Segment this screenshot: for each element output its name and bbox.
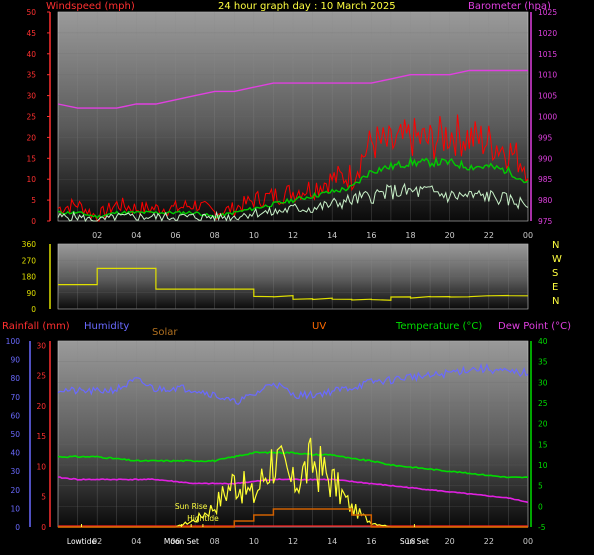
temperature-tick: 15 [538, 440, 548, 449]
event-label: Moon Set [164, 537, 199, 546]
temperature-tick: 30 [538, 378, 548, 387]
barometer-tick: 1020 [538, 29, 557, 38]
barometer-tick: 990 [538, 154, 553, 163]
hour-tick: 06 [170, 231, 180, 240]
hour-tick: 18 [405, 231, 415, 240]
temperature-tick: 20 [538, 420, 548, 429]
humidity-tick: 50 [10, 430, 20, 439]
windspeed-tick: 45 [26, 29, 36, 38]
hour-tick: 12 [288, 231, 298, 240]
rainfall-tick: 20 [36, 402, 46, 411]
temperature-label: Temperature (°C) [396, 321, 483, 332]
solar-label: Solar [152, 327, 178, 338]
graph-canvas: 0510152025303540455097598098599099510001… [6, 8, 562, 546]
hour-tick: 00 [523, 537, 533, 546]
temperature-tick: 40 [538, 337, 548, 346]
compass-letter: S [552, 268, 558, 279]
barometer-tick: 1015 [538, 50, 557, 59]
rainfall-tick: 25 [36, 372, 46, 381]
temperature-tick: 25 [538, 399, 548, 408]
barometer-tick: 980 [538, 196, 553, 205]
windspeed-tick: 25 [26, 113, 36, 122]
compass-letter: N [552, 296, 559, 307]
windspeed-tick: 35 [26, 71, 36, 80]
rainfall-tick: 10 [36, 462, 46, 471]
hour-tick: 00 [523, 231, 533, 240]
hour-tick: 08 [210, 537, 220, 546]
barometer-tick: 1010 [538, 71, 557, 80]
direction-tick: 90 [26, 289, 36, 298]
windspeed-tick: 20 [26, 133, 36, 142]
humidity-label: Humidity [84, 321, 130, 332]
event-label: Lowtide [67, 537, 97, 546]
compass-letter: W [552, 254, 562, 265]
windspeed-tick: 10 [26, 175, 36, 184]
hour-tick: 22 [484, 537, 494, 546]
humidity-tick: 10 [10, 504, 20, 513]
direction-tick: 360 [22, 240, 37, 249]
event-label: Hightide [187, 514, 219, 523]
windspeed-tick: 15 [26, 154, 36, 163]
direction-tick: 270 [22, 256, 37, 265]
uv-label: UV [312, 321, 327, 332]
hour-tick: 12 [288, 537, 298, 546]
rainfall-tick: 30 [36, 341, 46, 350]
compass-letter: N [552, 240, 559, 251]
hour-tick: 14 [327, 231, 337, 240]
event-label: Sun Rise [175, 502, 208, 511]
windspeed-tick: 5 [31, 196, 36, 205]
humidity-tick: 90 [10, 356, 20, 365]
hour-tick: 08 [210, 231, 220, 240]
compass-letter: E [552, 282, 558, 293]
chart-title: 24 hour graph day : 10 March 2025 [218, 1, 396, 12]
hour-tick: 04 [131, 537, 141, 546]
humidity-tick: 40 [10, 449, 20, 458]
windspeed-axis-label: Windspeed (mph) [46, 1, 135, 12]
hour-tick: 20 [445, 231, 455, 240]
barometer-tick: 995 [538, 133, 553, 142]
hour-tick: 10 [249, 231, 259, 240]
hour-tick: 04 [131, 231, 141, 240]
weather-graph: 0 5 10 15 20 25 30 35 40 45 50 975 980 985 990 995 1000 1… [0, 0, 594, 555]
temperature-tick: 10 [538, 461, 548, 470]
barometer-tick: 985 [538, 175, 553, 184]
rainfall-tick: 15 [36, 432, 46, 441]
dewpoint-label: Dew Point (°C) [498, 321, 572, 332]
barometer-tick: 975 [538, 217, 553, 226]
barometer-tick: 1005 [538, 92, 557, 101]
temperature-tick: 35 [538, 358, 548, 367]
temperature-tick: 5 [538, 482, 543, 491]
humidity-tick: 100 [6, 337, 21, 346]
hour-tick: 16 [366, 537, 376, 546]
rainfall-label: Rainfall (mm) [2, 321, 70, 332]
windspeed-tick: 30 [26, 92, 36, 101]
hour-tick: 14 [327, 537, 337, 546]
humidity-tick: 80 [10, 374, 20, 383]
barometer-axis-label: Barometer (hpa) [468, 1, 551, 12]
humidity-tick: 20 [10, 486, 20, 495]
barometer-tick: 1000 [538, 113, 557, 122]
hour-tick: 20 [445, 537, 455, 546]
hour-tick: 22 [484, 231, 494, 240]
hour-tick: 02 [92, 231, 102, 240]
hour-tick: 10 [249, 537, 259, 546]
windspeed-tick: 40 [26, 50, 36, 59]
temperature-tick: -5 [538, 523, 546, 532]
humidity-tick: 0 [15, 523, 20, 532]
direction-tick: 180 [22, 273, 37, 282]
hour-tick: 16 [366, 231, 376, 240]
rainfall-tick: 5 [41, 493, 46, 502]
temperature-tick: 0 [538, 502, 543, 511]
humidity-tick: 70 [10, 393, 20, 402]
windspeed-tick: 0 [31, 217, 36, 226]
event-label: Sun Set [400, 537, 429, 546]
windspeed-tick: 50 [26, 8, 36, 17]
humidity-tick: 60 [10, 411, 20, 420]
humidity-tick: 30 [10, 467, 20, 476]
rainfall-tick: 0 [41, 523, 46, 532]
direction-tick: 0 [31, 305, 36, 314]
